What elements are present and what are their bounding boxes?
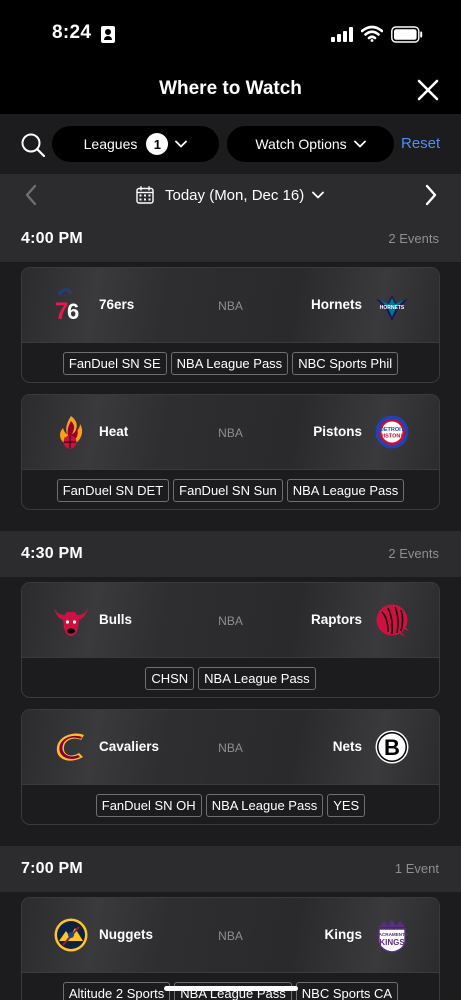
event-card[interactable]: Heat NBA Pistons DETROIT PISTONS FanDuel SN D… bbox=[21, 394, 440, 510]
date-navigator: Today (Mon, Dec 16) bbox=[0, 174, 461, 216]
contact-card-icon bbox=[101, 26, 115, 43]
channel-list: FanDuel SN SE NBA League Pass NBC Sports P… bbox=[22, 352, 439, 375]
channel-chip[interactable]: CHSN bbox=[145, 667, 195, 690]
pistons-logo-icon: DETROIT PISTONS bbox=[374, 414, 410, 450]
chevron-down-icon bbox=[175, 140, 188, 148]
leagues-filter-label: Leagues bbox=[83, 136, 138, 152]
matchup-row: Heat NBA Pistons DETROIT PISTONS bbox=[22, 395, 439, 470]
leagues-count-badge: 1 bbox=[146, 133, 169, 155]
svg-text:KINGS: KINGS bbox=[379, 938, 405, 947]
home-indicator bbox=[164, 986, 298, 991]
channel-chip[interactable]: NBA League Pass bbox=[205, 794, 324, 817]
watch-options-filter-button[interactable]: Watch Options bbox=[227, 126, 394, 162]
channel-chip[interactable]: FanDuel SN SE bbox=[62, 352, 167, 375]
away-team-name: Raptors bbox=[310, 612, 362, 627]
channel-chip[interactable]: NBC Sports Phil bbox=[292, 352, 399, 375]
away-team-name: Pistons bbox=[313, 424, 362, 439]
channel-chip[interactable]: NBA League Pass bbox=[174, 982, 292, 1000]
matchup-row: Nuggets NBA Kings SACRAMENTO KINGS bbox=[22, 898, 439, 973]
header: Where to Watch bbox=[0, 66, 461, 114]
raptors-logo-icon bbox=[374, 602, 410, 638]
svg-text:B: B bbox=[384, 735, 400, 760]
svg-text:HORNETS: HORNETS bbox=[380, 305, 405, 311]
time-section-header: 7:00 PM 1 Event bbox=[0, 846, 461, 892]
event-card[interactable]: 7 6 76ers NBA Hornets HORNETS FanDuel SN SE NBA… bbox=[21, 267, 440, 383]
calendar-icon bbox=[136, 186, 154, 204]
channel-chip[interactable]: NBC Sports CA bbox=[295, 982, 399, 1000]
date-label: Today (Mon, Dec 16) bbox=[165, 186, 305, 204]
svg-text:DETROIT: DETROIT bbox=[380, 427, 405, 433]
away-team-name: Hornets bbox=[310, 297, 362, 312]
time-section-header: 4:00 PM 2 Events bbox=[0, 216, 461, 262]
away-team-name: Nets bbox=[332, 739, 362, 754]
svg-text:PISTONS: PISTONS bbox=[380, 434, 404, 440]
status-bar: 8:24 bbox=[0, 0, 461, 66]
channel-chip[interactable]: FanDuel SN Sun bbox=[173, 479, 283, 502]
kings-logo-icon: SACRAMENTO KINGS bbox=[374, 917, 410, 953]
section-event-count: 2 Events bbox=[388, 546, 439, 561]
search-icon[interactable] bbox=[20, 132, 46, 158]
battery-icon bbox=[391, 26, 423, 43]
date-picker-button[interactable]: Today (Mon, Dec 16) bbox=[136, 184, 325, 206]
section-events: 7 6 76ers NBA Hornets HORNETS FanDuel SN SE NBA… bbox=[0, 262, 461, 531]
nets-logo-icon: B bbox=[374, 729, 410, 765]
channel-chip[interactable]: NBA League Pass bbox=[170, 352, 289, 375]
wifi-icon bbox=[361, 25, 383, 42]
chevron-down-icon bbox=[312, 191, 325, 199]
matchup-row: 7 6 76ers NBA Hornets HORNETS bbox=[22, 268, 439, 343]
channel-chip[interactable]: NBA League Pass bbox=[198, 667, 316, 690]
status-time: 8:24 bbox=[52, 22, 92, 43]
chevron-left-icon[interactable] bbox=[24, 184, 38, 206]
channel-chip[interactable]: Altitude 2 Sports bbox=[62, 982, 171, 1000]
matchup-row: Bulls NBA Raptors bbox=[22, 583, 439, 658]
close-icon[interactable] bbox=[416, 78, 440, 102]
channel-chip[interactable]: FanDuel SN OH bbox=[95, 794, 202, 817]
section-event-count: 1 Event bbox=[394, 861, 439, 876]
page-title: Where to Watch bbox=[159, 78, 302, 99]
channel-chip[interactable]: NBA League Pass bbox=[286, 479, 405, 502]
event-card[interactable]: Cavaliers NBA Nets B FanDuel SN OH NBA League… bbox=[21, 709, 440, 825]
channel-list: FanDuel SN DET FanDuel SN Sun NBA League P… bbox=[22, 479, 439, 502]
event-card[interactable]: Nuggets NBA Kings SACRAMENTO KINGS Altitude 2… bbox=[21, 897, 440, 1000]
time-section-header: 4:30 PM 2 Events bbox=[0, 531, 461, 577]
leagues-filter-button[interactable]: Leagues 1 bbox=[52, 126, 219, 162]
filter-bar: Leagues 1 Watch Options Reset bbox=[0, 114, 461, 174]
watch-options-label: Watch Options bbox=[255, 136, 347, 152]
section-time: 4:00 PM bbox=[21, 230, 83, 247]
section-time: 7:00 PM bbox=[21, 860, 83, 877]
channel-list: Altitude 2 Sports NBA League Pass NBC Spor… bbox=[22, 982, 439, 1000]
section-time: 4:30 PM bbox=[21, 545, 83, 562]
channel-list: FanDuel SN OH NBA League Pass YES bbox=[22, 794, 439, 817]
channel-list: CHSN NBA League Pass bbox=[22, 667, 439, 690]
away-team-name: Kings bbox=[324, 927, 362, 942]
chevron-down-icon bbox=[353, 140, 366, 148]
cellular-signal-icon bbox=[331, 27, 353, 42]
channel-chip[interactable]: FanDuel SN DET bbox=[56, 479, 170, 502]
event-list: 4:00 PM 2 Events 7 6 76ers NBA Hornets HORNETS F… bbox=[0, 216, 461, 1000]
event-card[interactable]: Bulls NBA Raptors CHSN NBA League Pass bbox=[21, 582, 440, 698]
reset-button[interactable]: Reset bbox=[401, 135, 440, 152]
section-events: Nuggets NBA Kings SACRAMENTO KINGS Altitude 2… bbox=[0, 892, 461, 1000]
section-events: Bulls NBA Raptors CHSN NBA League Pass Cavali… bbox=[0, 577, 461, 846]
hornets-logo-icon: HORNETS bbox=[374, 287, 410, 323]
svg-text:SACRAMENTO: SACRAMENTO bbox=[376, 932, 409, 937]
matchup-row: Cavaliers NBA Nets B bbox=[22, 710, 439, 785]
section-event-count: 2 Events bbox=[388, 231, 439, 246]
channel-chip[interactable]: YES bbox=[327, 794, 366, 817]
chevron-right-icon[interactable] bbox=[424, 184, 438, 206]
